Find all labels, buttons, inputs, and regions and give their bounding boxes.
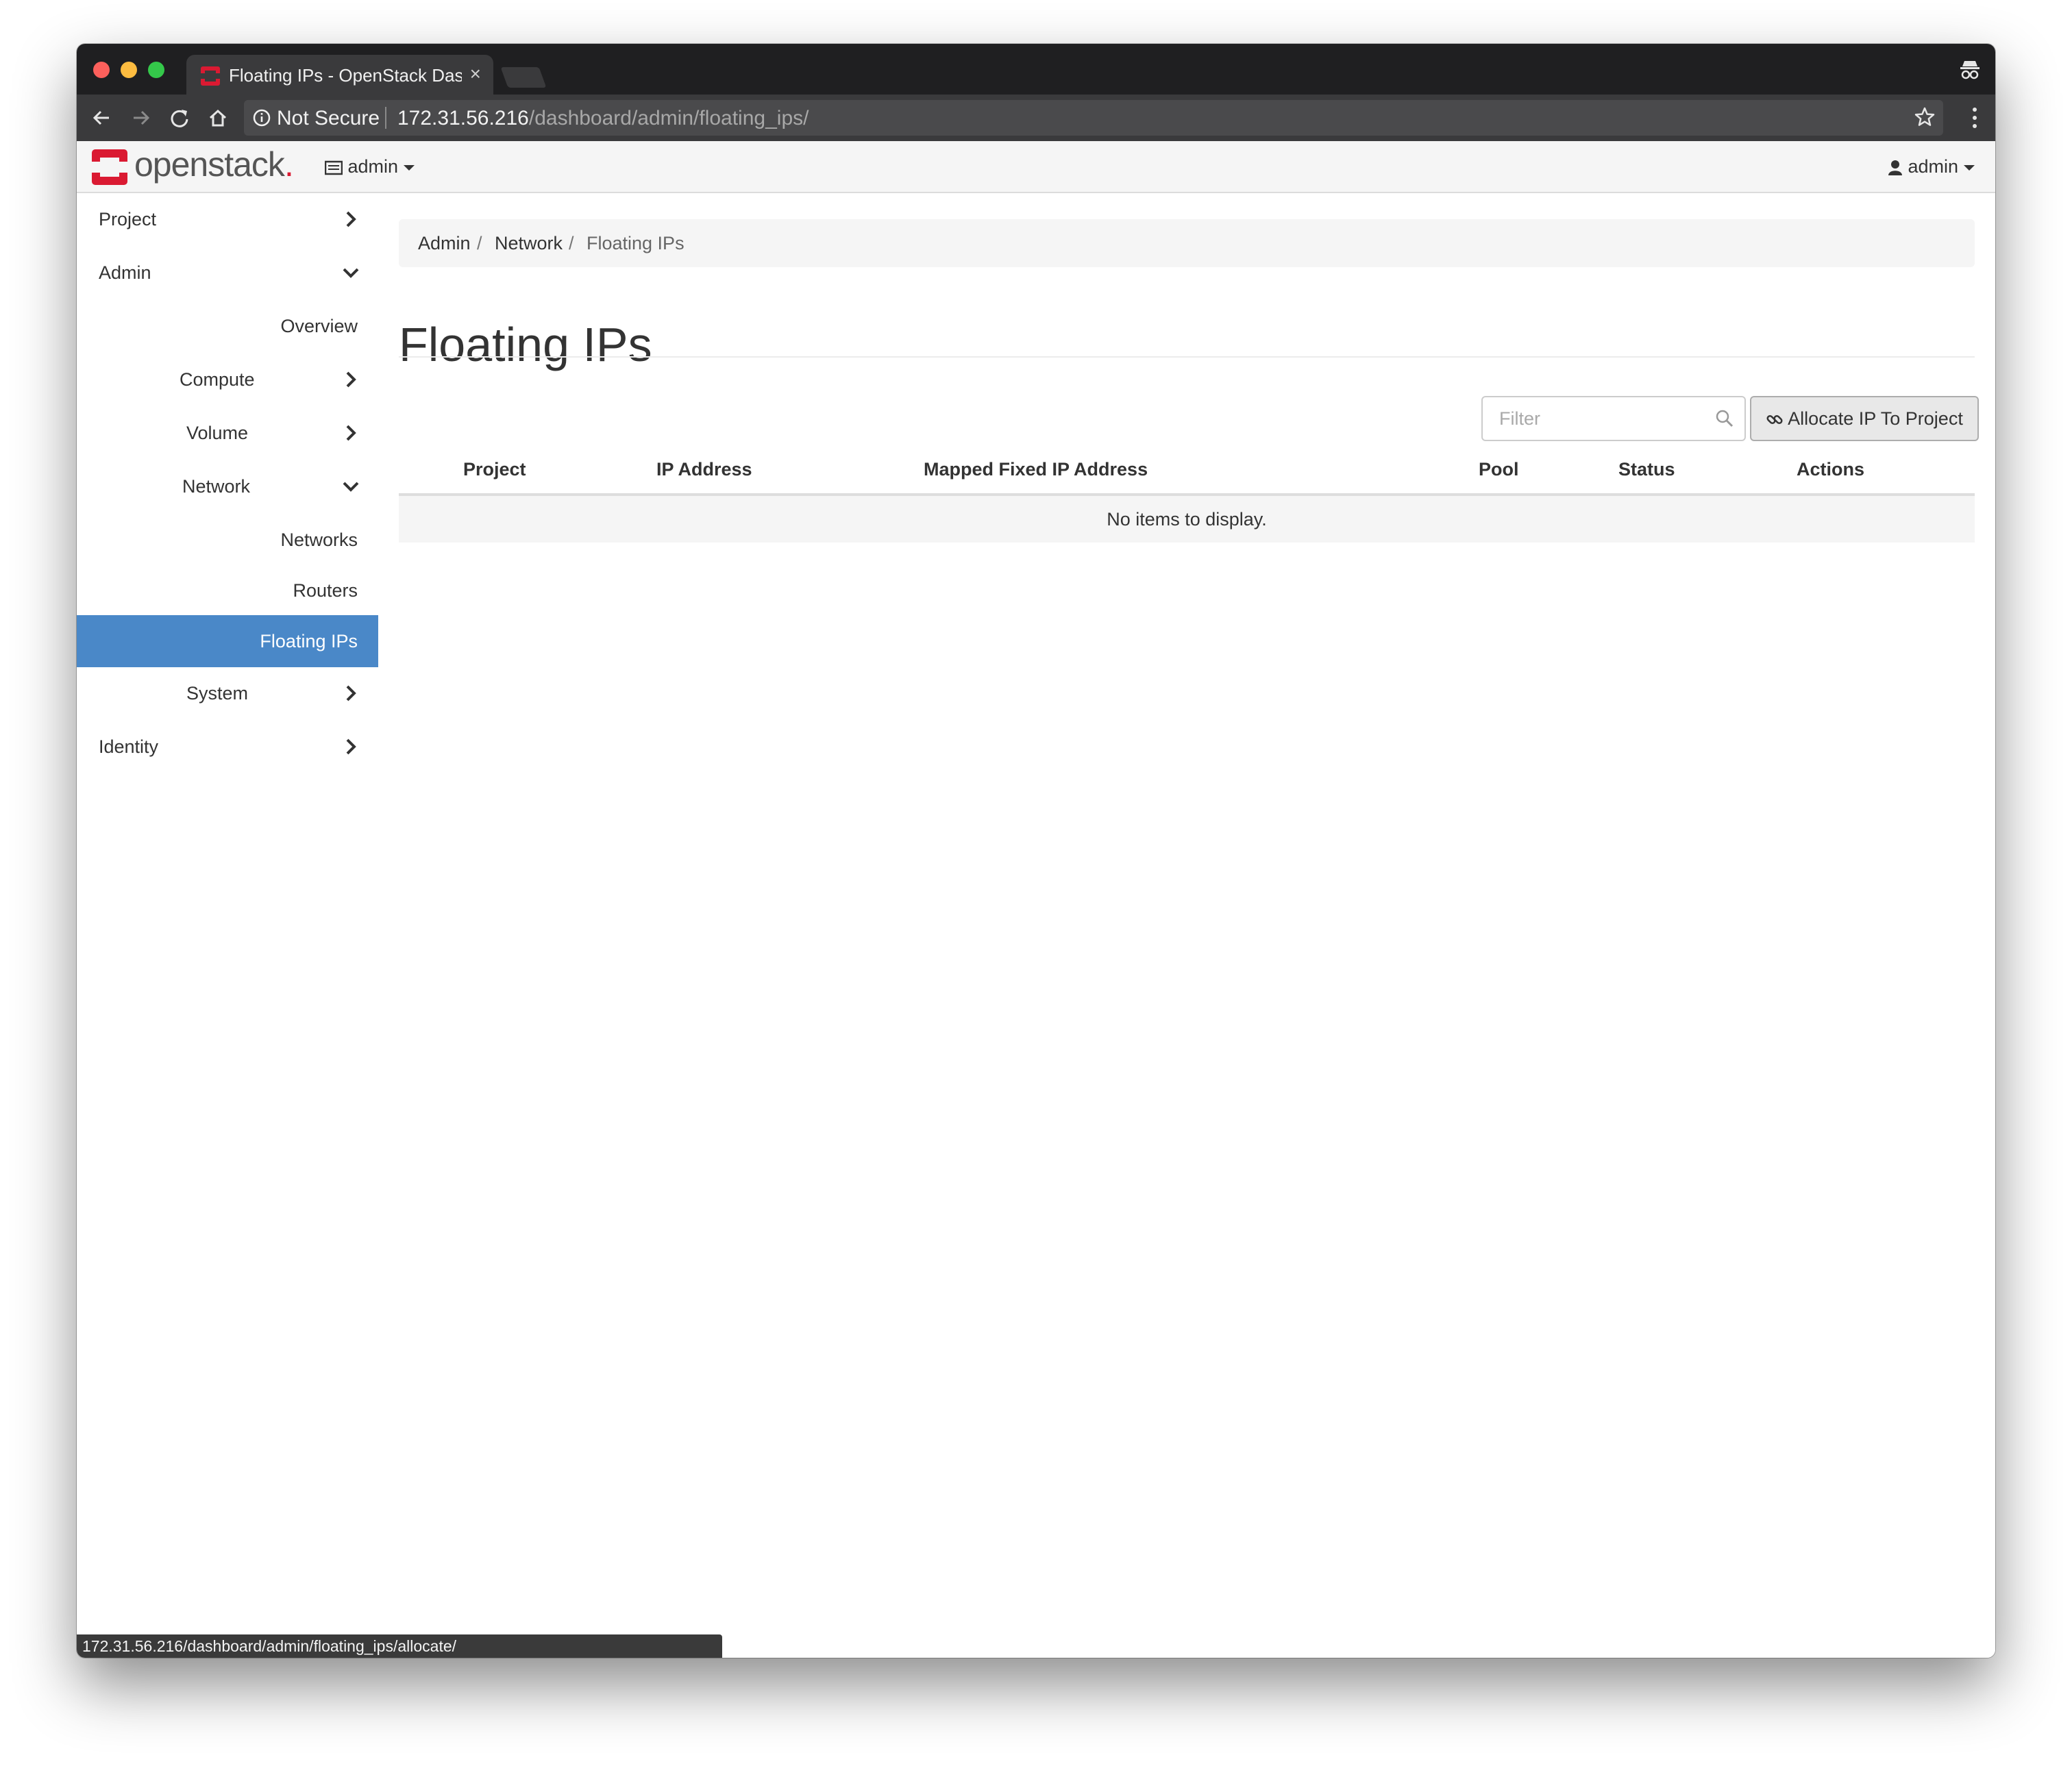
- breadcrumb-admin[interactable]: Admin: [418, 232, 471, 255]
- project-dropdown[interactable]: admin: [324, 153, 415, 179]
- chevron-down-icon: [343, 268, 359, 278]
- browser-tab-active[interactable]: Floating IPs - OpenStack Dash ×: [186, 55, 493, 95]
- user-dropdown[interactable]: admin: [1888, 153, 1975, 179]
- sidebar-item-floating-ips[interactable]: Floating IPs: [77, 615, 378, 667]
- column-header-actions: Actions: [1797, 459, 1865, 480]
- openstack-logo-icon[interactable]: [90, 148, 129, 186]
- bookmark-star-icon[interactable]: [1913, 105, 1936, 129]
- maximize-window-button[interactable]: [148, 62, 164, 78]
- url-host: 172.31.56.216: [397, 107, 529, 129]
- user-dropdown-label: admin: [1908, 156, 1958, 177]
- sidebar-item-admin[interactable]: Admin: [77, 247, 378, 299]
- security-label[interactable]: Not Secure: [277, 107, 380, 130]
- forward-arrow-icon[interactable]: [130, 107, 152, 129]
- sidebar-item-label: Routers: [293, 580, 358, 601]
- back-arrow-icon[interactable]: [90, 107, 112, 129]
- caret-down-icon: [404, 164, 415, 171]
- chevron-right-icon: [346, 685, 356, 701]
- sidebar-item-project[interactable]: Project: [77, 193, 378, 245]
- sidebar-item-compute[interactable]: Compute: [77, 353, 378, 406]
- minimize-window-button[interactable]: [121, 62, 137, 78]
- tab-title: Floating IPs - OpenStack Dash: [229, 65, 462, 86]
- project-list-icon: [324, 160, 343, 175]
- column-header-project[interactable]: Project: [463, 458, 526, 481]
- sidebar-item-identity[interactable]: Identity: [77, 721, 378, 773]
- chevron-right-icon: [346, 211, 356, 227]
- address-separator: [385, 107, 386, 129]
- info-icon[interactable]: [252, 108, 271, 127]
- link-status-bubble: 172.31.56.216/dashboard/admin/floating_i…: [77, 1634, 722, 1658]
- user-icon: [1888, 160, 1902, 175]
- sidebar-item-label: Volume: [186, 423, 249, 443]
- sidebar-item-networks[interactable]: Networks: [77, 514, 378, 566]
- close-window-button[interactable]: [93, 62, 110, 78]
- sidebar-item-label: Floating IPs: [260, 631, 358, 651]
- browser-window: Floating IPs - OpenStack Dash × Not Secu…: [77, 44, 1995, 1658]
- sidebar-item-label: Overview: [280, 316, 358, 336]
- table-empty-row: No items to display.: [399, 496, 1975, 543]
- chevron-right-icon: [346, 738, 356, 755]
- sidebar-item-volume[interactable]: Volume: [77, 407, 378, 459]
- filter-placeholder: Filter: [1499, 408, 1540, 429]
- chevron-right-icon: [346, 371, 356, 388]
- dashboard-page: openstack. admin admin Project Admin Ove…: [77, 141, 1995, 1658]
- sidebar-item-label: Compute: [180, 369, 255, 390]
- table-header: Project IP Address Mapped Fixed IP Addre…: [399, 445, 1975, 496]
- column-header-mapped-fixed-ip[interactable]: Mapped Fixed IP Address: [924, 458, 1148, 481]
- logo-word: openstack: [134, 145, 285, 184]
- incognito-icon: [1960, 61, 1980, 79]
- url-path: /dashboard/admin/floating_ips/: [528, 107, 809, 129]
- new-tab-button[interactable]: [500, 67, 547, 88]
- browser-menu-icon[interactable]: [1971, 105, 1979, 130]
- tab-close-icon[interactable]: ×: [470, 63, 481, 85]
- allocate-ip-button[interactable]: Allocate IP To Project: [1750, 396, 1979, 441]
- project-dropdown-label: admin: [347, 156, 399, 177]
- breadcrumb-separator: /: [477, 233, 482, 253]
- sidebar-item-overview[interactable]: Overview: [77, 300, 378, 352]
- caret-down-icon: [1964, 164, 1975, 171]
- reload-icon[interactable]: [169, 107, 190, 129]
- sidebar-item-label: System: [186, 683, 249, 704]
- breadcrumb-network[interactable]: Network: [495, 232, 563, 255]
- chevron-down-icon: [343, 482, 359, 492]
- allocate-ip-button-label: Allocate IP To Project: [1788, 408, 1963, 429]
- sidebar-item-label: Admin: [99, 262, 151, 283]
- breadcrumb-current: Floating IPs: [587, 233, 684, 253]
- breadcrumb: Admin / Network / Floating IPs: [399, 219, 1975, 267]
- url-text[interactable]: 172.31.56.216/dashboard/admin/floating_i…: [397, 107, 809, 130]
- sidebar-item-label: Networks: [280, 530, 358, 550]
- link-icon: [1766, 414, 1783, 424]
- browser-titlebar: Floating IPs - OpenStack Dash ×: [77, 44, 1995, 95]
- sidebar-item-label: Project: [99, 209, 157, 229]
- home-icon[interactable]: [207, 107, 229, 129]
- sidebar: Project Admin Overview Compute Volume Ne…: [77, 193, 378, 1658]
- column-header-ip-address[interactable]: IP Address: [656, 458, 752, 481]
- address-bar[interactable]: Not Secure 172.31.56.216/dashboard/admin…: [244, 100, 1943, 136]
- sidebar-item-label: Network: [182, 476, 251, 497]
- sidebar-item-network[interactable]: Network: [77, 460, 378, 512]
- sidebar-item-label: Identity: [99, 736, 159, 757]
- openstack-logo-text[interactable]: openstack.: [134, 144, 294, 185]
- title-divider: [399, 356, 1975, 358]
- column-header-pool[interactable]: Pool: [1479, 458, 1519, 481]
- sidebar-item-routers[interactable]: Routers: [77, 564, 378, 617]
- chevron-right-icon: [346, 425, 356, 441]
- browser-toolbar: Not Secure 172.31.56.216/dashboard/admin…: [77, 95, 1995, 141]
- openstack-favicon-icon: [201, 66, 220, 86]
- column-header-status[interactable]: Status: [1618, 458, 1675, 481]
- logo-dot: .: [284, 145, 294, 184]
- page-title: Floating IPs: [399, 317, 652, 371]
- top-navbar: openstack. admin admin: [77, 141, 1995, 193]
- breadcrumb-separator: /: [569, 233, 574, 253]
- sidebar-item-system[interactable]: System: [77, 667, 378, 719]
- search-icon[interactable]: [1714, 408, 1735, 429]
- filter-input[interactable]: Filter: [1481, 396, 1746, 441]
